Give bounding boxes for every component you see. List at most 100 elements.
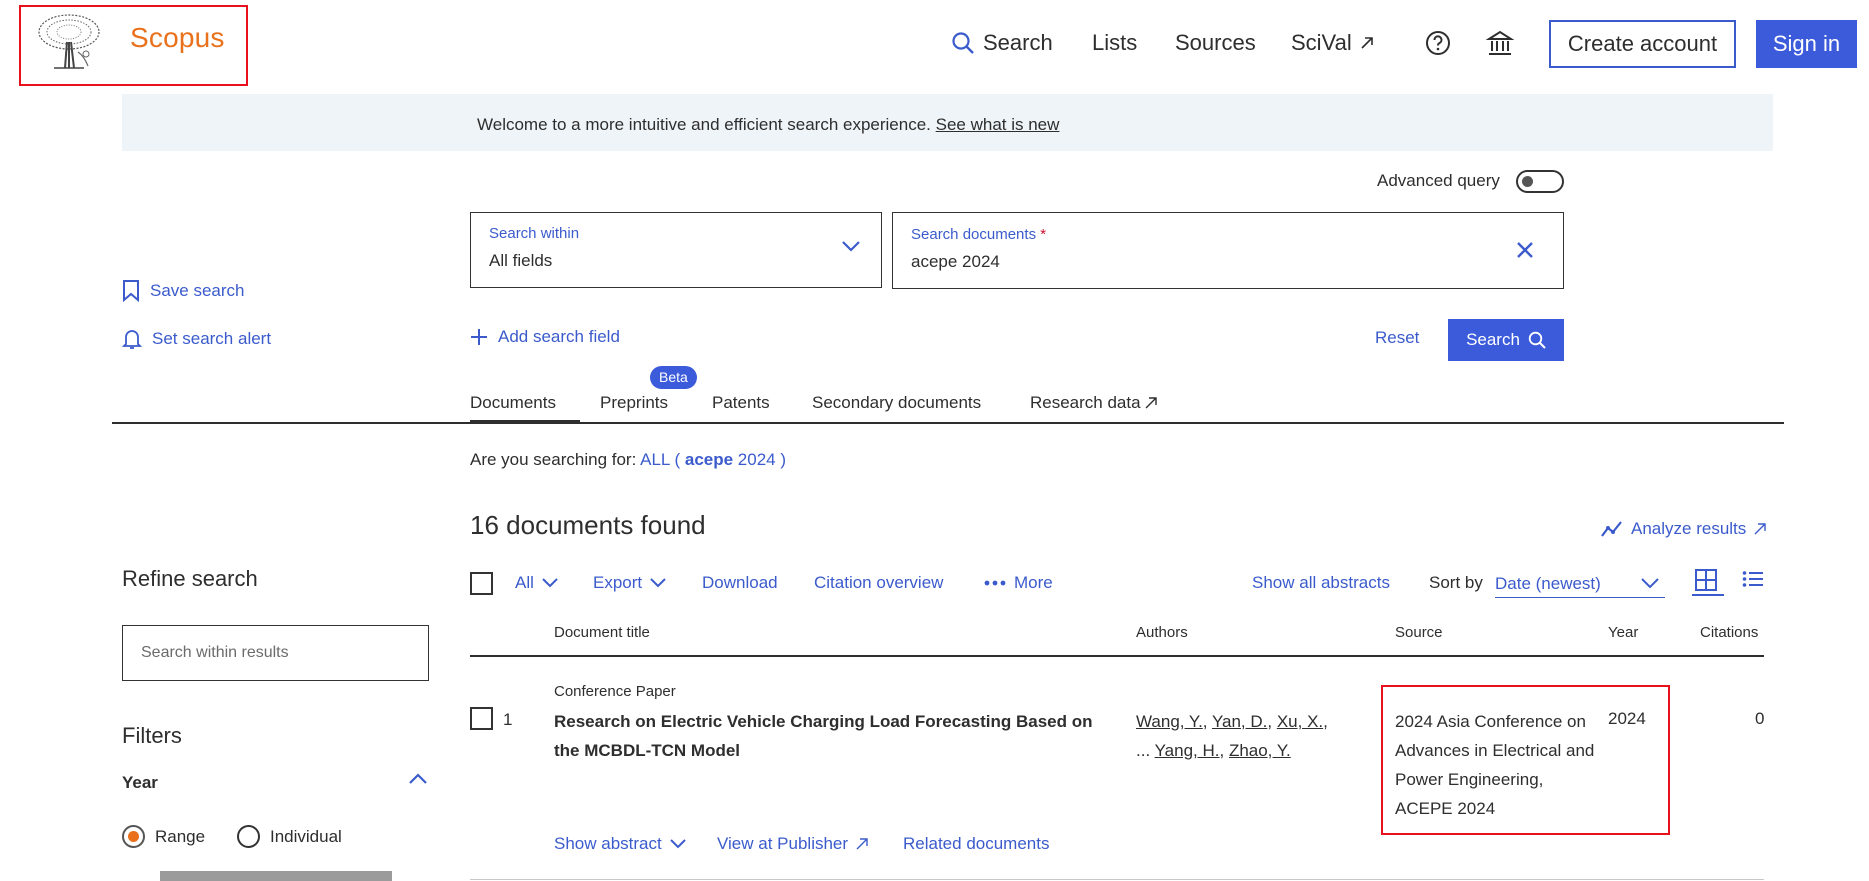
grid-view-icon[interactable] xyxy=(1694,569,1718,591)
author-ellipsis: ... xyxy=(1136,741,1151,760)
author-link[interactable]: Wang, Y. xyxy=(1136,712,1203,731)
nav-lists[interactable]: Lists xyxy=(1092,28,1137,58)
save-search-link[interactable]: Save search xyxy=(122,280,245,302)
tabs-divider xyxy=(112,422,1784,424)
advanced-query-toggle[interactable] xyxy=(1516,170,1564,193)
institution-icon[interactable] xyxy=(1486,29,1514,57)
sort-select[interactable]: Date (newest) xyxy=(1495,570,1665,598)
tab-documents[interactable]: Documents xyxy=(470,393,556,413)
external-link-icon xyxy=(856,838,868,850)
range-label: Range xyxy=(155,826,206,846)
column-header-year[interactable]: Year xyxy=(1608,624,1638,641)
export-dropdown[interactable]: Export xyxy=(593,573,666,593)
column-header-citations[interactable]: Citations xyxy=(1700,624,1758,641)
elsevier-tree-logo[interactable] xyxy=(34,12,104,72)
search-within-label: Search within xyxy=(489,225,580,242)
year-individual-radio[interactable]: Individual xyxy=(237,825,342,848)
set-search-alert-link[interactable]: Set search alert xyxy=(122,328,271,350)
citation-overview-button[interactable]: Citation overview xyxy=(814,573,943,593)
external-link-icon xyxy=(1754,523,1766,535)
search-within-value: All fields xyxy=(489,251,553,270)
help-icon[interactable] xyxy=(1425,30,1451,56)
show-all-abstracts-button[interactable]: Show all abstracts xyxy=(1252,573,1390,593)
tab-secondary-documents[interactable]: Secondary documents xyxy=(812,393,981,413)
results-count: 16 documents found xyxy=(470,510,706,540)
table-header-divider xyxy=(470,655,1764,657)
analyze-results-link[interactable]: Analyze results xyxy=(1601,519,1766,539)
search-documents-value[interactable]: acepe 2024 xyxy=(911,252,1000,272)
chevron-down-icon xyxy=(650,578,666,588)
year-range-slider[interactable] xyxy=(160,871,392,881)
analyze-results-label: Analyze results xyxy=(1631,519,1747,538)
search-within-results-input[interactable] xyxy=(122,625,429,681)
author-link[interactable]: Xu, X. xyxy=(1277,712,1323,731)
select-all-dropdown[interactable]: All xyxy=(515,573,558,593)
add-search-field-button[interactable]: Add search field xyxy=(470,327,620,347)
search-documents-label: Search documents * xyxy=(911,226,1046,243)
sign-in-button[interactable]: Sign in xyxy=(1756,20,1857,68)
radio-unselected[interactable] xyxy=(237,825,260,848)
more-button[interactable]: More xyxy=(984,573,1053,593)
query-suggestion: Are you searching for: ALL ( acepe 2024 … xyxy=(470,450,786,470)
search-documents-label-text: Search documents xyxy=(911,226,1037,243)
column-header-source[interactable]: Source xyxy=(1395,624,1443,641)
plus-icon xyxy=(470,328,488,346)
query-term[interactable]: acepe xyxy=(685,450,733,469)
set-search-alert-label: Set search alert xyxy=(152,329,272,348)
search-icon xyxy=(951,31,975,55)
active-view-indicator xyxy=(1692,594,1724,596)
beta-badge: Beta xyxy=(650,366,697,389)
author-link[interactable]: Zhao, Y. xyxy=(1229,741,1291,760)
search-icon xyxy=(1528,331,1546,349)
document-title-link[interactable]: Research on Electric Vehicle Charging Lo… xyxy=(554,707,1094,765)
query-term-rest[interactable]: 2024 ) xyxy=(738,450,786,469)
search-within-select[interactable] xyxy=(470,212,882,288)
search-button[interactable]: Search xyxy=(1448,319,1564,361)
nav-search-label: Search xyxy=(983,30,1053,55)
tab-preprints[interactable]: Preprints xyxy=(600,393,668,413)
author-link[interactable]: Yan, D. xyxy=(1212,712,1267,731)
chevron-down-icon xyxy=(670,839,686,849)
more-dots-icon xyxy=(984,580,1006,586)
source-title: 2024 Asia Conference on Advances in Elec… xyxy=(1395,712,1595,818)
row-checkbox[interactable] xyxy=(470,707,493,730)
view-at-publisher-link[interactable]: View at Publisher xyxy=(717,834,868,854)
reset-button[interactable]: Reset xyxy=(1375,328,1419,348)
clear-icon[interactable] xyxy=(1515,240,1535,260)
scopus-brand[interactable]: Scopus xyxy=(130,22,225,54)
create-account-button[interactable]: Create account xyxy=(1549,20,1736,68)
see-what-is-new-link[interactable]: See what is new xyxy=(936,115,1060,134)
chevron-up-icon[interactable] xyxy=(408,773,428,785)
tab-patents[interactable]: Patents xyxy=(712,393,770,413)
view-at-publisher-label: View at Publisher xyxy=(717,834,849,853)
show-abstract-label: Show abstract xyxy=(554,834,662,853)
column-header-title[interactable]: Document title xyxy=(554,624,650,641)
select-all-checkbox[interactable] xyxy=(470,572,493,595)
download-button[interactable]: Download xyxy=(702,573,778,593)
bookmark-icon xyxy=(122,280,140,302)
year-filter-label[interactable]: Year xyxy=(122,773,158,793)
active-tab-indicator xyxy=(470,420,580,423)
column-header-authors[interactable]: Authors xyxy=(1136,624,1188,641)
author-link[interactable]: Yang, H. xyxy=(1155,741,1220,760)
tab-research-data[interactable]: Research data xyxy=(1030,393,1157,413)
query-field[interactable]: ALL ( xyxy=(640,450,680,469)
search-documents-field[interactable] xyxy=(892,212,1564,289)
external-link-icon xyxy=(1145,397,1157,409)
chevron-down-icon[interactable] xyxy=(841,240,861,252)
list-view-icon[interactable] xyxy=(1742,569,1764,589)
chevron-down-icon xyxy=(1641,578,1659,589)
nav-search[interactable]: Search xyxy=(951,28,1053,58)
related-documents-link[interactable]: Related documents xyxy=(903,834,1049,854)
row-divider xyxy=(470,879,1764,880)
show-abstract-button[interactable]: Show abstract xyxy=(554,834,686,854)
citation-count: 0 xyxy=(1755,709,1765,728)
radio-selected[interactable] xyxy=(122,825,145,848)
advanced-query-label: Advanced query xyxy=(1377,171,1500,190)
nav-scival[interactable]: SciVal xyxy=(1291,28,1374,58)
refine-search-title: Refine search xyxy=(122,566,258,591)
search-button-label: Search xyxy=(1466,330,1520,349)
nav-sources[interactable]: Sources xyxy=(1175,28,1256,58)
year-range-radio[interactable]: Range xyxy=(122,825,205,848)
authors-list: Wang, Y., Yan, D., Xu, X.,... Yang, H., … xyxy=(1136,712,1328,760)
